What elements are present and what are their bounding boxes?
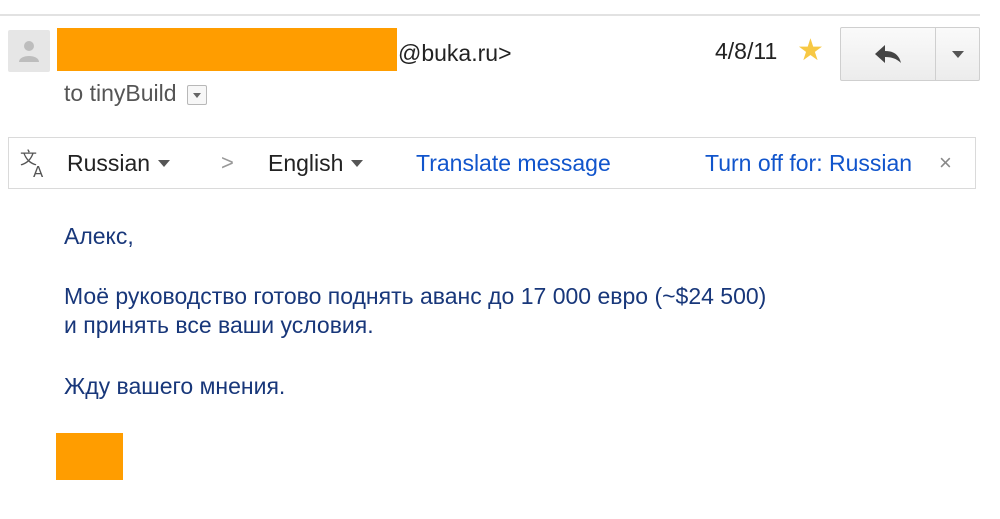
recipient-text: to tinyBuild [64,80,177,106]
sender-email-domain: @buka.ru> [398,40,512,66]
target-language-select[interactable]: English [268,138,364,188]
translate-bar: 文 A Russian > English Translate message … [8,137,976,189]
reply-icon [875,45,901,63]
star-icon[interactable]: ★ [797,36,824,66]
svg-text:A: A [33,163,44,178]
message-line-1: Моё руководство готово поднять аванс до … [64,283,767,309]
target-language-caret-icon [351,159,364,167]
turn-off-translation-link[interactable]: Turn off for: Russian [705,138,912,188]
target-language-label: English [268,149,344,176]
source-language-label: Russian [67,149,151,176]
source-language-caret-icon [158,159,171,167]
message-greeting: Алекс, [64,223,134,249]
sender-avatar[interactable] [8,30,50,72]
show-details-dropdown-icon[interactable] [186,84,207,105]
signature-redacted [56,433,123,480]
close-icon[interactable]: × [939,138,952,188]
translate-message-link[interactable]: Translate message [416,138,611,188]
chevron-right-icon: > [221,150,234,175]
message-paragraph-1: Моё руководство готово поднять аванс до … [64,282,964,340]
dropdown-icon [951,50,964,58]
sender-name-redacted [57,28,397,71]
more-actions-button[interactable] [935,28,979,80]
message-date: 4/8/11 [715,38,778,64]
translate-icon: 文 A [19,138,51,188]
message-line-2: и принять все ваши условия. [64,312,374,338]
message-paragraph-2: Жду вашего мнения. [64,373,286,399]
header-divider [0,14,980,16]
reply-button[interactable] [841,28,935,80]
person-icon [19,41,39,62]
recipient-line: to tinyBuild [64,80,207,107]
source-language-select[interactable]: Russian [67,138,171,188]
reply-button-group [840,27,980,81]
